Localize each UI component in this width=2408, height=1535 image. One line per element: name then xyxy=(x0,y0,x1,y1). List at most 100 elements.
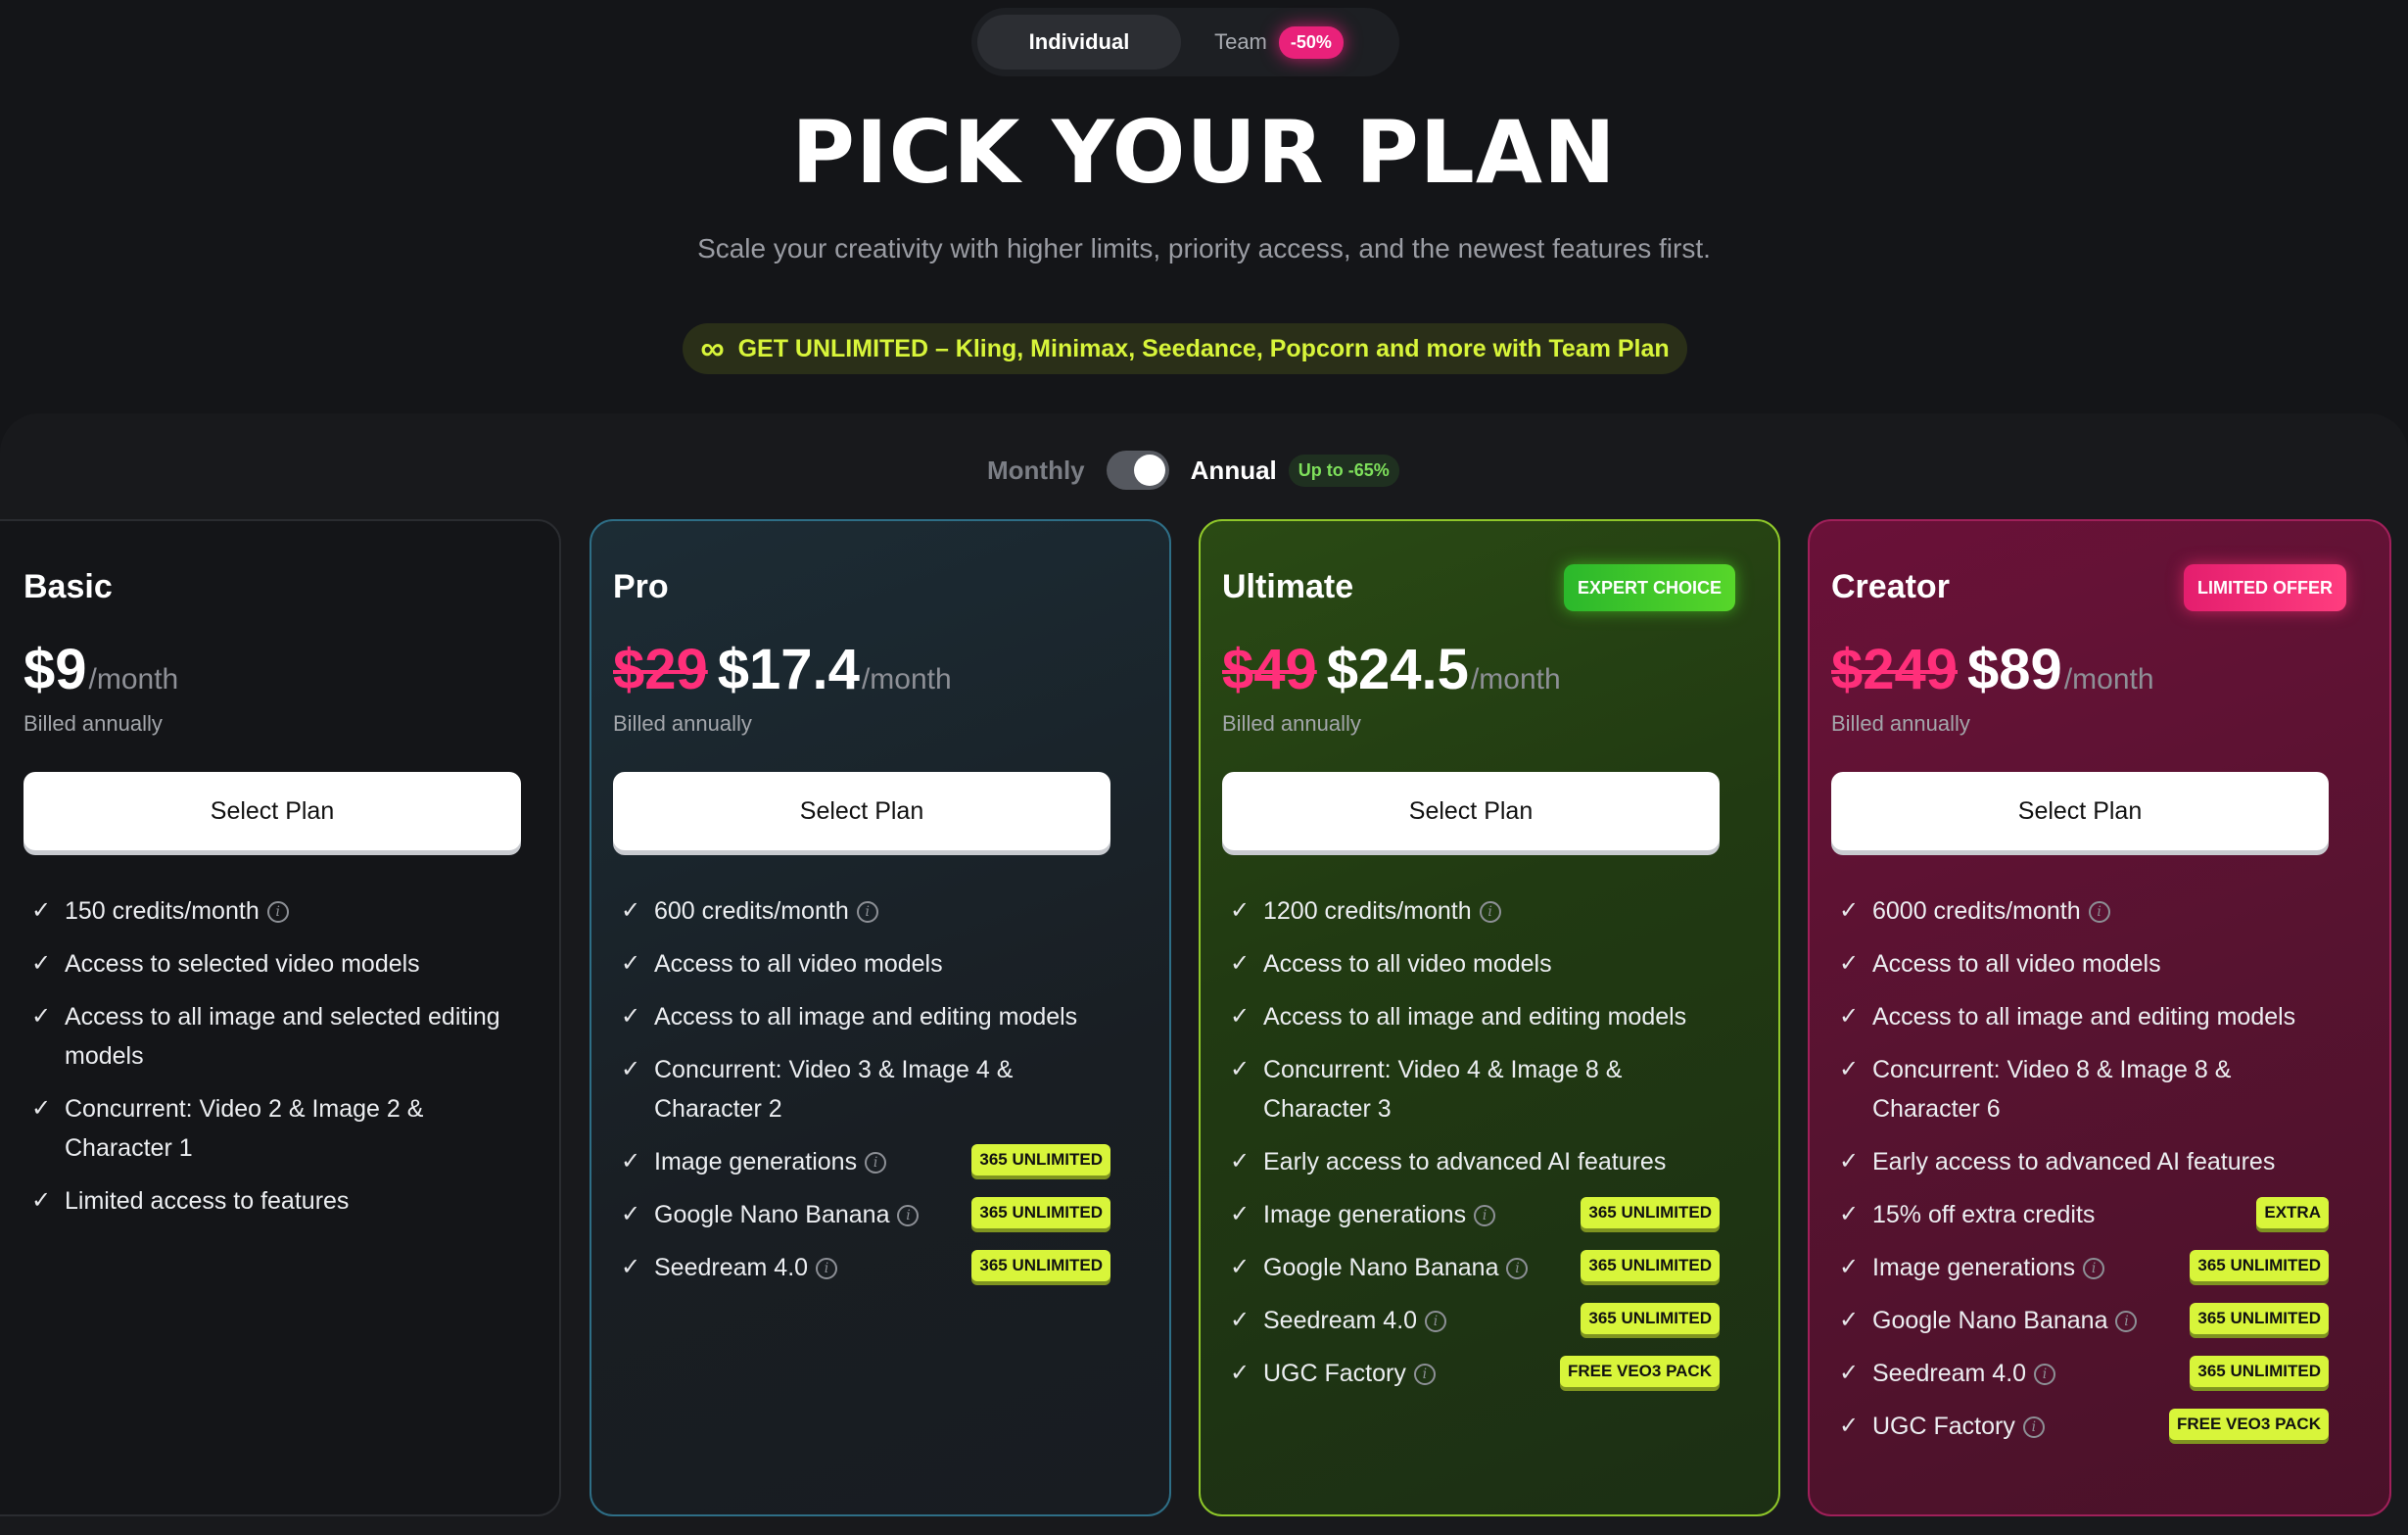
infinity-icon: ∞ xyxy=(700,330,725,367)
feature-text: Concurrent: Video 2 & Image 2 & Characte… xyxy=(65,1095,424,1162)
info-icon[interactable]: i xyxy=(2022,1416,2045,1439)
feature-item: ✓ Early access to advanced AI features xyxy=(1831,1142,2329,1181)
feature-item: ✓ UGC Factory i FREE VEO3 PACK xyxy=(1831,1407,2329,1446)
feature-item: ✓ Image generations i 365 UNLIMITED xyxy=(1831,1248,2329,1287)
select-plan-button[interactable]: Select Plan xyxy=(1831,772,2329,850)
feature-text: Access to all image and editing models xyxy=(654,1003,1078,1031)
info-icon[interactable]: i xyxy=(2083,1258,2105,1280)
check-icon: ✓ xyxy=(31,1095,52,1122)
feature-tag: 365 UNLIMITED xyxy=(1581,1197,1720,1228)
select-plan-button[interactable]: Select Plan xyxy=(1222,772,1720,850)
info-icon[interactable]: i xyxy=(856,901,878,924)
feature-item: ✓ Access to all image and editing models xyxy=(1831,997,2329,1036)
info-icon[interactable]: i xyxy=(1474,1205,1496,1227)
feature-list: ✓ 600 credits/month i ✓ Access to all video … xyxy=(613,891,1110,1301)
feature-item: ✓ 600 credits/month i xyxy=(613,891,1110,931)
feature-text: 1200 credits/month xyxy=(1263,897,1472,925)
info-icon[interactable]: i xyxy=(897,1205,920,1227)
plan-badge: EXPERT CHOICE xyxy=(1563,564,1735,611)
feature-text: Seedream 4.0 xyxy=(1263,1307,1418,1334)
feature-tag: 365 UNLIMITED xyxy=(2190,1356,2329,1387)
feature-text: Image generations xyxy=(654,1148,858,1175)
feature-item: ✓ Early access to advanced AI features xyxy=(1222,1142,1720,1181)
info-icon[interactable]: i xyxy=(1506,1258,1529,1280)
info-icon[interactable]: i xyxy=(266,901,289,924)
price-period: /month xyxy=(1470,663,1561,696)
feature-text: UGC Factory xyxy=(1263,1360,1406,1387)
feature-item: ✓ Limited access to features xyxy=(24,1181,521,1221)
feature-tag: 365 UNLIMITED xyxy=(971,1250,1110,1281)
feature-text: Early access to advanced AI features xyxy=(1872,1148,2276,1175)
feature-list: ✓ 150 credits/month i ✓ Access to selected v… xyxy=(24,891,521,1234)
check-icon: ✓ xyxy=(621,1056,641,1082)
team-plan-promo-banner[interactable]: ∞ GET UNLIMITED – Kling, Minimax, Seedan… xyxy=(683,323,1687,374)
info-icon[interactable]: i xyxy=(1425,1311,1447,1333)
check-icon: ✓ xyxy=(1230,1360,1251,1386)
plan-card-basic: Basic $9/month Billed annually Select Plan ✓… xyxy=(0,519,561,1516)
check-icon: ✓ xyxy=(621,1003,641,1030)
plan-badge: LIMITED OFFER xyxy=(2184,564,2346,611)
feature-tag: 365 UNLIMITED xyxy=(971,1197,1110,1228)
plan-name: Ultimate xyxy=(1222,568,1354,605)
feature-text: 15% off extra credits xyxy=(1872,1201,2096,1228)
feature-tag: EXTRA xyxy=(2256,1197,2329,1228)
feature-text: Concurrent: Video 3 & Image 4 & Characte… xyxy=(654,1056,1014,1123)
feature-item: ✓ Access to selected video models xyxy=(24,944,521,983)
check-icon: ✓ xyxy=(621,1148,641,1175)
feature-text-wrap: Access to all video models xyxy=(1263,944,1720,983)
feature-tag: 365 UNLIMITED xyxy=(1581,1250,1720,1281)
select-plan-button[interactable]: Select Plan xyxy=(613,772,1110,850)
feature-item: ✓ UGC Factory i FREE VEO3 PACK xyxy=(1222,1354,1720,1393)
feature-tag: 365 UNLIMITED xyxy=(2190,1303,2329,1334)
team-tab[interactable]: Team -50% xyxy=(1181,15,1377,70)
feature-text: 600 credits/month xyxy=(654,897,849,925)
plan-type-toggle[interactable]: Individual Team -50% xyxy=(971,8,1399,76)
feature-text: Access to all video models xyxy=(1872,950,2161,978)
feature-text-wrap: Access to all image and selected editing… xyxy=(65,997,521,1076)
info-icon[interactable]: i xyxy=(1413,1364,1436,1386)
info-icon[interactable]: i xyxy=(1479,901,1501,924)
feature-text-wrap: Concurrent: Video 3 & Image 4 & Characte… xyxy=(654,1050,1110,1128)
feature-item: ✓ 15% off extra credits EXTRA xyxy=(1831,1195,2329,1234)
info-icon[interactable]: i xyxy=(816,1258,838,1280)
billed-note: Billed annually xyxy=(613,711,752,736)
switch-knob xyxy=(1133,455,1165,486)
feature-item: ✓ 6000 credits/month i xyxy=(1831,891,2329,931)
current-price: $24.5 xyxy=(1326,638,1469,701)
feature-text: Access to all video models xyxy=(1263,950,1552,978)
check-icon: ✓ xyxy=(1230,1148,1251,1175)
check-icon: ✓ xyxy=(1839,1413,1860,1439)
price-period: /month xyxy=(861,663,952,696)
feature-item: ✓ Image generations i 365 UNLIMITED xyxy=(613,1142,1110,1181)
price-row: $9/month xyxy=(24,637,178,702)
check-icon: ✓ xyxy=(1230,897,1251,924)
check-icon: ✓ xyxy=(1839,1056,1860,1082)
feature-text-wrap: Concurrent: Video 4 & Image 8 & Characte… xyxy=(1263,1050,1720,1128)
feature-text-wrap: Access to selected video models xyxy=(65,944,521,983)
monthly-label[interactable]: Monthly xyxy=(987,456,1085,486)
feature-text: Limited access to features xyxy=(65,1187,350,1215)
individual-tab[interactable]: Individual xyxy=(977,15,1181,70)
billed-note: Billed annually xyxy=(24,711,163,736)
feature-text: 6000 credits/month xyxy=(1872,897,2081,925)
page-subtitle: Scale your creativity with higher limits… xyxy=(697,233,1711,264)
plan-card-pro: Pro $29 $17.4/month Billed annually Select P… xyxy=(590,519,1171,1516)
annual-label[interactable]: Annual xyxy=(1191,456,1277,486)
info-icon[interactable]: i xyxy=(2088,901,2110,924)
feature-tag: 365 UNLIMITED xyxy=(1581,1303,1720,1334)
price-row: $49 $24.5/month xyxy=(1222,637,1561,702)
feature-text: Image generations xyxy=(1263,1201,1467,1228)
info-icon[interactable]: i xyxy=(2034,1364,2056,1386)
price-period: /month xyxy=(88,663,179,696)
select-plan-button[interactable]: Select Plan xyxy=(24,772,521,850)
current-price: $89 xyxy=(1967,638,2062,701)
current-price: $9 xyxy=(24,638,87,701)
info-icon[interactable]: i xyxy=(2115,1311,2138,1333)
old-price: $249 xyxy=(1831,638,1959,701)
billing-switch[interactable] xyxy=(1106,451,1169,490)
annual-savings-badge: Up to -65% xyxy=(1288,454,1399,487)
plan-name: Creator xyxy=(1831,568,1950,605)
feature-tag: FREE VEO3 PACK xyxy=(1559,1356,1720,1387)
feature-item: ✓ Access to all video models xyxy=(1831,944,2329,983)
info-icon[interactable]: i xyxy=(865,1152,887,1175)
